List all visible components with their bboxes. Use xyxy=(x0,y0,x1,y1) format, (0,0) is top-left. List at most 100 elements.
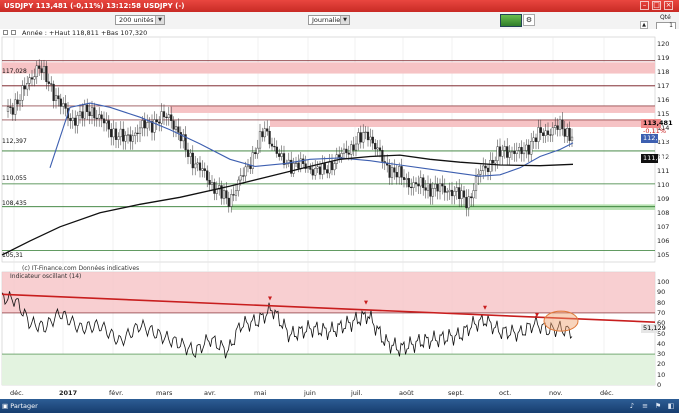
candle-body xyxy=(47,81,50,84)
candle-body xyxy=(186,149,190,157)
candle-body xyxy=(86,104,89,113)
price-axis-tick: 109 xyxy=(657,194,670,203)
candle-body xyxy=(510,150,514,153)
sound-icon[interactable]: ♪ xyxy=(628,402,636,410)
candle-body xyxy=(59,98,62,107)
candle-body xyxy=(460,190,463,199)
network-icon[interactable]: ≡ xyxy=(641,402,649,410)
candle-body xyxy=(203,168,206,171)
candle-body xyxy=(402,177,406,180)
candle-body xyxy=(309,167,312,170)
share-button[interactable]: ▣ Partager xyxy=(2,401,38,411)
candle-body xyxy=(141,120,144,129)
oscillator-axis-tick: 40 xyxy=(657,339,666,348)
candle-body xyxy=(64,103,67,109)
time-axis-tick: oct. xyxy=(499,389,512,397)
support-zone xyxy=(231,204,655,210)
price-axis-tick: 107 xyxy=(657,222,670,231)
candle-body xyxy=(527,144,530,155)
candle-body xyxy=(129,134,132,142)
time-axis-tick: 2017 xyxy=(59,389,78,397)
candle-body xyxy=(366,131,370,141)
candle-body xyxy=(422,177,425,188)
candle-body xyxy=(501,150,504,157)
candle-body xyxy=(467,196,470,209)
candle-body xyxy=(95,117,98,120)
candle-body xyxy=(482,165,485,171)
ma-fast-tag: 112,972 xyxy=(641,134,670,143)
candle-body xyxy=(256,147,259,155)
candle-body xyxy=(71,117,74,121)
candle-body xyxy=(448,189,451,192)
candle-body xyxy=(558,119,562,130)
candle-body xyxy=(174,126,178,130)
candle-body xyxy=(117,136,120,140)
candle-body xyxy=(338,154,341,158)
candle-body xyxy=(26,83,29,90)
candle-body xyxy=(98,114,101,119)
time-axis-tick: juil. xyxy=(351,389,363,397)
candle-body xyxy=(455,187,458,192)
oscillator-title: Indicateur oscillant (14) xyxy=(10,273,82,280)
candle-body xyxy=(146,122,149,129)
oscillator-axis-tick: 80 xyxy=(657,298,666,307)
candle-body xyxy=(40,68,43,73)
level-label: 117,028 xyxy=(2,68,27,75)
candle-body xyxy=(266,128,269,132)
candle-body xyxy=(525,144,528,151)
candle-body xyxy=(378,147,382,151)
time-axis-tick: déc. xyxy=(600,389,614,397)
candle-body xyxy=(263,128,266,138)
oscillator-axis-tick: 0 xyxy=(657,381,662,389)
candle-body xyxy=(551,127,554,136)
candle-body xyxy=(222,190,226,199)
resistance-zone xyxy=(170,105,655,113)
candle-body xyxy=(14,99,17,115)
candle-body xyxy=(566,127,569,137)
candle-body xyxy=(570,136,574,141)
candle-body xyxy=(268,130,271,145)
candle-body xyxy=(292,163,295,174)
candle-body xyxy=(179,132,182,142)
candle-body xyxy=(244,166,247,177)
candle-body xyxy=(210,182,214,185)
candle-body xyxy=(350,144,353,155)
candle-body xyxy=(407,178,410,188)
candle-body xyxy=(143,120,146,129)
candle-body xyxy=(410,186,413,189)
candle-body xyxy=(388,164,391,178)
oscillator-value-tag: 51,129 xyxy=(641,324,666,333)
candle-body xyxy=(45,66,48,82)
candle-body xyxy=(76,115,79,126)
candle-body xyxy=(554,125,557,128)
candle-body xyxy=(426,183,430,191)
price-axis-tick: 118 xyxy=(657,68,670,77)
candle-body xyxy=(33,76,36,80)
candle-body xyxy=(134,132,137,137)
candle-body xyxy=(249,165,252,169)
notification-icon[interactable]: ◧ xyxy=(667,402,675,410)
candle-body xyxy=(158,121,161,124)
candle-body xyxy=(532,137,535,142)
candle-body xyxy=(438,183,442,192)
candle-body xyxy=(21,85,24,101)
candle-body xyxy=(302,158,305,164)
flag-icon[interactable]: ⚑ xyxy=(654,402,662,410)
candle-body xyxy=(81,111,84,119)
candle-body xyxy=(549,134,552,136)
candle-body xyxy=(165,116,168,118)
candle-body xyxy=(546,130,550,135)
candle-body xyxy=(405,178,408,180)
price-chart[interactable] xyxy=(0,0,679,399)
candle-body xyxy=(275,146,278,154)
oversold-zone xyxy=(2,354,655,385)
candle-body xyxy=(333,163,336,171)
candle-body xyxy=(314,168,317,176)
candle-body xyxy=(167,114,170,118)
candle-body xyxy=(57,95,60,100)
candle-body xyxy=(42,66,46,73)
candle-body xyxy=(198,162,202,171)
resistance-zone xyxy=(270,119,655,127)
candle-body xyxy=(465,197,468,209)
price-axis-tick: 108 xyxy=(657,208,670,217)
